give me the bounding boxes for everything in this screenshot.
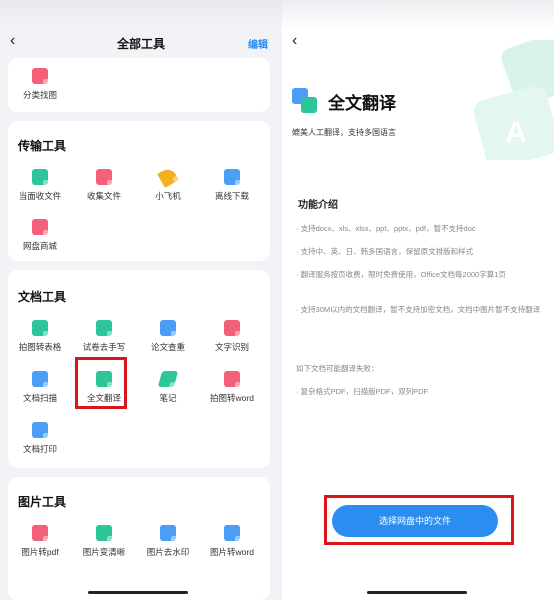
tool-ocr[interactable]: 文字识别	[201, 320, 263, 353]
remove-handwriting-icon	[96, 320, 115, 339]
tool-label: 小飞机	[155, 191, 181, 201]
note-icon	[157, 371, 179, 387]
tool-remove-handwriting[interactable]: 试卷去手写	[73, 320, 135, 353]
store-icon	[32, 219, 51, 238]
recent-tools-card: 分类找图	[8, 58, 270, 112]
document-tools-card: 文档工具 拍图转表格 试卷去手写 论文查重 文字识别 文档扫描 全文翻译 笔记	[8, 270, 270, 468]
tool-image-enhance[interactable]: 图片变清晰	[73, 525, 135, 558]
ocr-icon	[224, 320, 243, 339]
section-title: 传输工具	[18, 139, 67, 153]
tool-image-to-pdf[interactable]: 图片转pdf	[9, 525, 71, 558]
tool-label: 收集文件	[86, 191, 121, 201]
translate-decoration-icon: A	[473, 40, 554, 160]
tool-label: 笔记	[159, 393, 177, 403]
image-enhance-icon	[96, 525, 115, 544]
tool-label: 文档打印	[22, 444, 57, 454]
image-to-pdf-icon	[32, 525, 51, 544]
tool-photo-to-table[interactable]: 拍图转表格	[9, 320, 71, 353]
intro-bullet: · 支持中、英、日、韩多国语言，保留原文排版和样式	[296, 247, 474, 256]
intro-title: 功能介绍	[298, 200, 338, 211]
intro-bullet: · 翻译服务按页收费，限时免费使用，Office文档每2000字算1页	[296, 270, 506, 279]
offline-download-icon	[224, 169, 243, 188]
tool-remove-watermark[interactable]: 图片去水印	[137, 525, 199, 558]
home-indicator	[88, 591, 188, 594]
tool-label: 拍图转word	[210, 393, 254, 403]
status-bar	[0, 0, 282, 30]
feature-header: 全文翻译	[292, 88, 396, 114]
tool-label: 图片转word	[210, 547, 254, 557]
image-search-icon	[32, 68, 51, 87]
intro-bullet: · 支持30M以内的文档翻译，暂不支持加密文档，文档中图片暂不支持翻译	[296, 305, 541, 314]
feature-subtitle: 媲美人工翻译，支持多国语言	[292, 128, 396, 137]
all-tools-screen: ‹ 全部工具 编辑 分类找图 传输工具 当面收文件 收集文件 小飞机 离线下载	[0, 0, 282, 600]
back-button[interactable]: ‹	[292, 32, 297, 50]
nav-bar: ‹ 全部工具 编辑	[0, 30, 282, 56]
tool-label: 拍图转表格	[18, 342, 62, 352]
section-title: 文档工具	[18, 290, 67, 304]
tool-label: 分类找图	[22, 90, 57, 100]
fail-items: · 复杂格式PDF，扫描版PDF，双列PDF	[296, 387, 429, 396]
tool-paper-plane[interactable]: 小飞机	[137, 166, 199, 202]
tool-plagiarism-check[interactable]: 论文查重	[137, 320, 199, 353]
tool-label: 网盘商城	[22, 241, 57, 251]
document-scan-icon	[32, 371, 51, 390]
page-title: 全部工具	[116, 37, 165, 51]
transfer-tools-card: 传输工具 当面收文件 收集文件 小飞机 离线下载 网盘商城	[8, 121, 270, 261]
plagiarism-check-icon	[160, 320, 179, 339]
receive-file-icon	[32, 169, 51, 188]
tool-receive-file[interactable]: 当面收文件	[9, 169, 71, 202]
select-file-button[interactable]: 选择网盘中的文件	[332, 505, 498, 537]
photo-to-word-icon	[224, 371, 243, 390]
translate-screen: ‹ A 全文翻译 媲美人工翻译，支持多国语言 功能介绍 · 支持docx、xls…	[282, 0, 554, 600]
translate-icon	[292, 88, 318, 114]
svg-text:A: A	[505, 116, 527, 149]
tool-label: 图片去水印	[146, 547, 190, 557]
tool-collect-file[interactable]: 收集文件	[73, 169, 135, 202]
edit-button[interactable]: 编辑	[248, 36, 268, 51]
tool-label: 文档扫描	[22, 393, 57, 403]
collect-file-icon	[96, 169, 115, 188]
print-icon	[32, 422, 51, 441]
tool-document-scan[interactable]: 文档扫描	[9, 371, 71, 404]
image-to-word-icon	[224, 525, 243, 544]
feature-title: 全文翻译	[328, 93, 396, 113]
paper-plane-icon	[157, 166, 179, 188]
tool-label: 论文查重	[150, 342, 185, 352]
fail-title: 如下文档可能翻译失败：	[296, 364, 379, 373]
photo-to-table-icon	[32, 320, 51, 339]
tool-photo-to-word[interactable]: 拍图转word	[201, 371, 263, 404]
tool-label: 文字识别	[214, 342, 249, 352]
tool-label: 离线下载	[214, 191, 249, 201]
highlight-translate	[75, 357, 127, 409]
tool-image-to-word[interactable]: 图片转word	[201, 525, 263, 558]
tool-note[interactable]: 笔记	[137, 371, 199, 404]
tool-label: 图片转pdf	[21, 547, 59, 557]
remove-watermark-icon	[160, 525, 179, 544]
image-tools-card: 图片工具 图片转pdf 图片变清晰 图片去水印 图片转word	[8, 477, 270, 600]
tool-print[interactable]: 文档打印	[9, 422, 71, 455]
tool-image-search[interactable]: 分类找图	[9, 68, 71, 101]
section-title: 图片工具	[18, 495, 67, 509]
home-indicator	[367, 591, 467, 594]
tool-label: 当面收文件	[18, 191, 62, 201]
tool-label: 图片变清晰	[82, 547, 126, 557]
tool-label: 试卷去手写	[82, 342, 126, 352]
intro-bullet: · 支持docx、xls、xlsx、ppt、pptx、pdf，暂不支持doc	[296, 224, 476, 233]
tool-offline-download[interactable]: 离线下载	[201, 169, 263, 202]
status-bar	[282, 0, 554, 30]
tool-store[interactable]: 网盘商城	[9, 219, 71, 252]
